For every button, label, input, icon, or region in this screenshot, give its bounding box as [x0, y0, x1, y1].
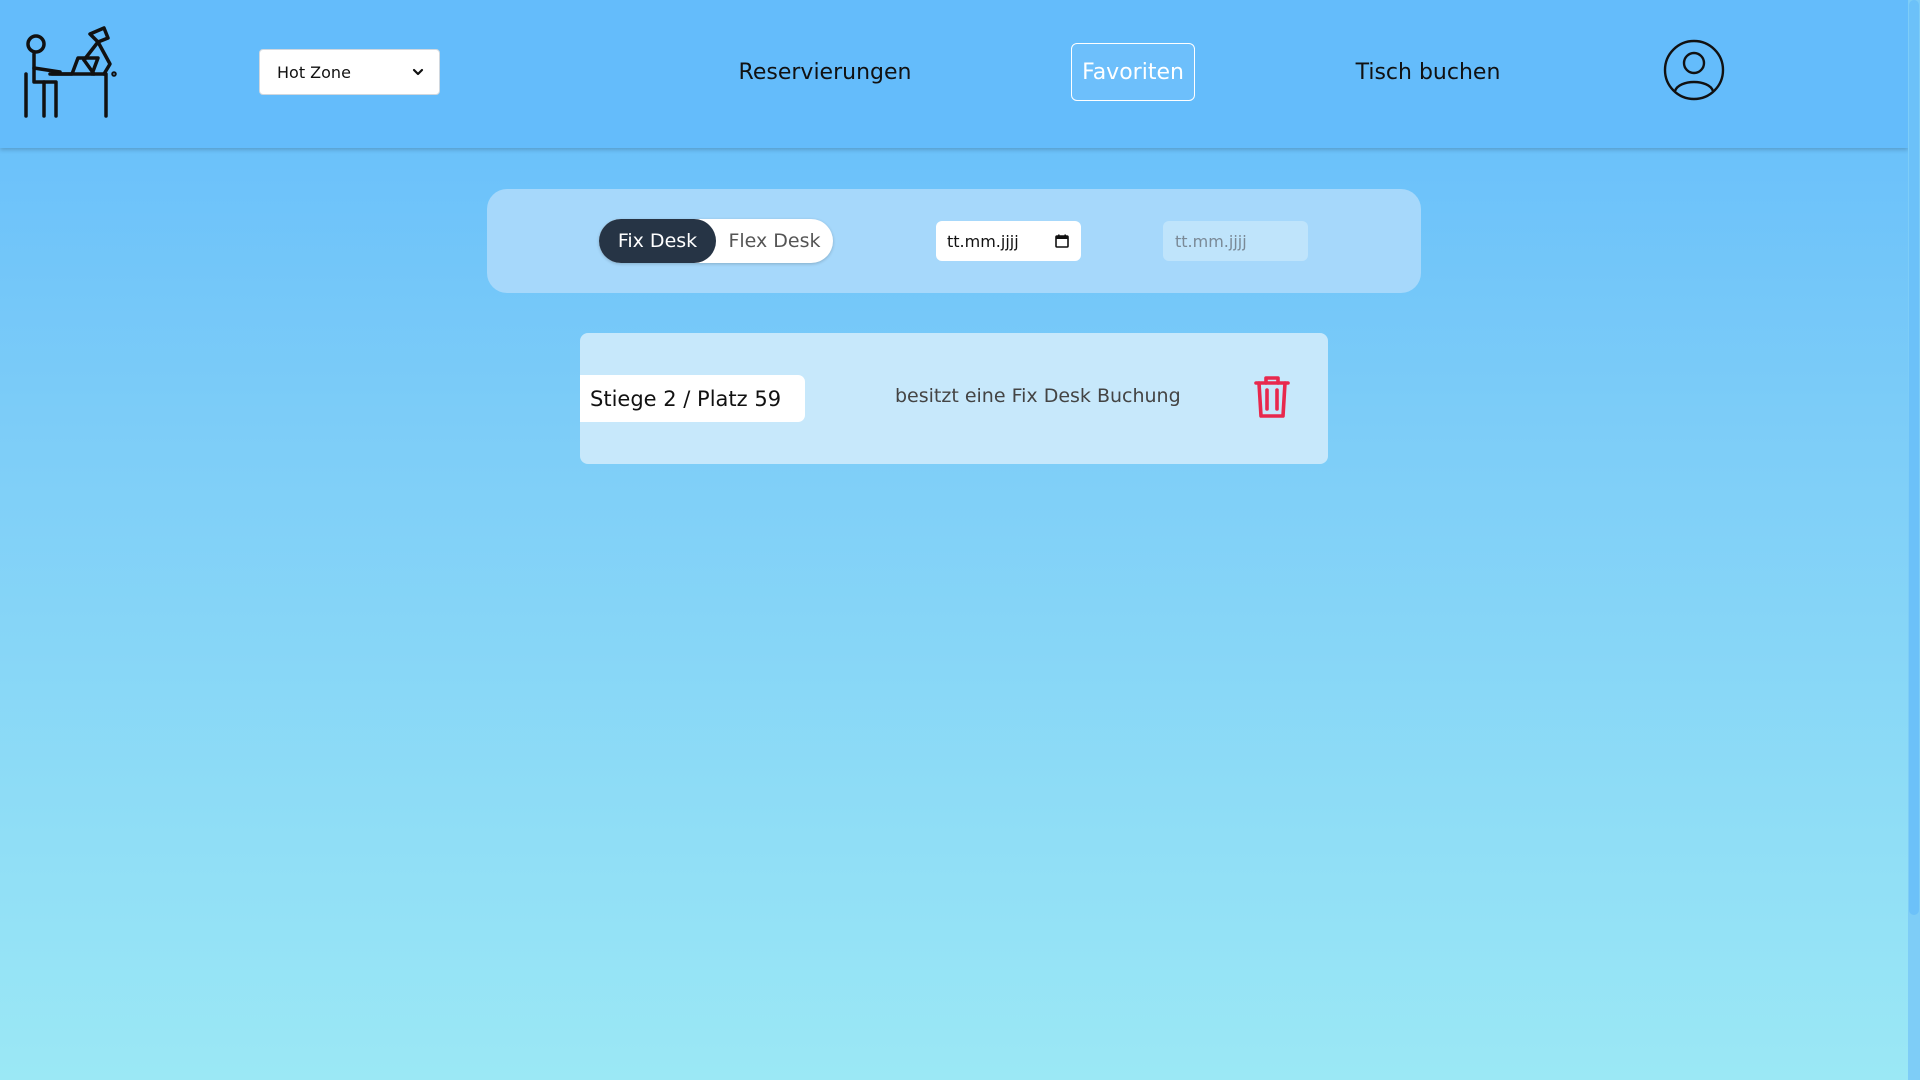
nav-reservations[interactable]: Reservierungen — [739, 43, 912, 101]
date-from-input[interactable]: tt.mm.jjjj — [936, 221, 1081, 261]
page-scrollbar[interactable] — [1908, 0, 1920, 1080]
desk-location-label: Stiege 2 / Platz 59 — [580, 375, 805, 422]
chevron-down-icon — [412, 68, 424, 76]
date-to-input[interactable]: tt.mm.jjjj — [1163, 221, 1308, 261]
calendar-icon[interactable] — [1055, 234, 1069, 248]
toggle-fix-desk[interactable]: Fix Desk — [599, 219, 716, 263]
trash-icon[interactable] — [1254, 375, 1290, 419]
toggle-flex-desk[interactable]: Flex Desk — [716, 219, 833, 263]
nav-book-table[interactable]: Tisch buchen — [1355, 43, 1501, 101]
nav-favorites[interactable]: Favoriten — [1071, 43, 1195, 101]
date-from-placeholder: tt.mm.jjjj — [947, 231, 1019, 251]
date-to-placeholder: tt.mm.jjjj — [1175, 231, 1247, 251]
top-header: Hot Zone Reservierungen Favoriten Tisch … — [0, 0, 1908, 148]
zone-select-value: Hot Zone — [277, 62, 351, 82]
booking-status-text: besitzt eine Fix Desk Buchung — [895, 385, 1181, 407]
user-profile-icon[interactable] — [1663, 39, 1725, 101]
filter-panel: Fix Desk Flex Desk tt.mm.jjjj tt.mm.jjjj — [487, 189, 1421, 293]
zone-select[interactable]: Hot Zone — [259, 49, 440, 95]
favorite-card: Stiege 2 / Platz 59 besitzt eine Fix Des… — [580, 333, 1328, 464]
desk-worker-icon[interactable] — [22, 24, 120, 122]
scrollbar-thumb[interactable] — [1909, 0, 1919, 915]
desk-type-toggle[interactable]: Fix Desk Flex Desk — [599, 219, 833, 263]
